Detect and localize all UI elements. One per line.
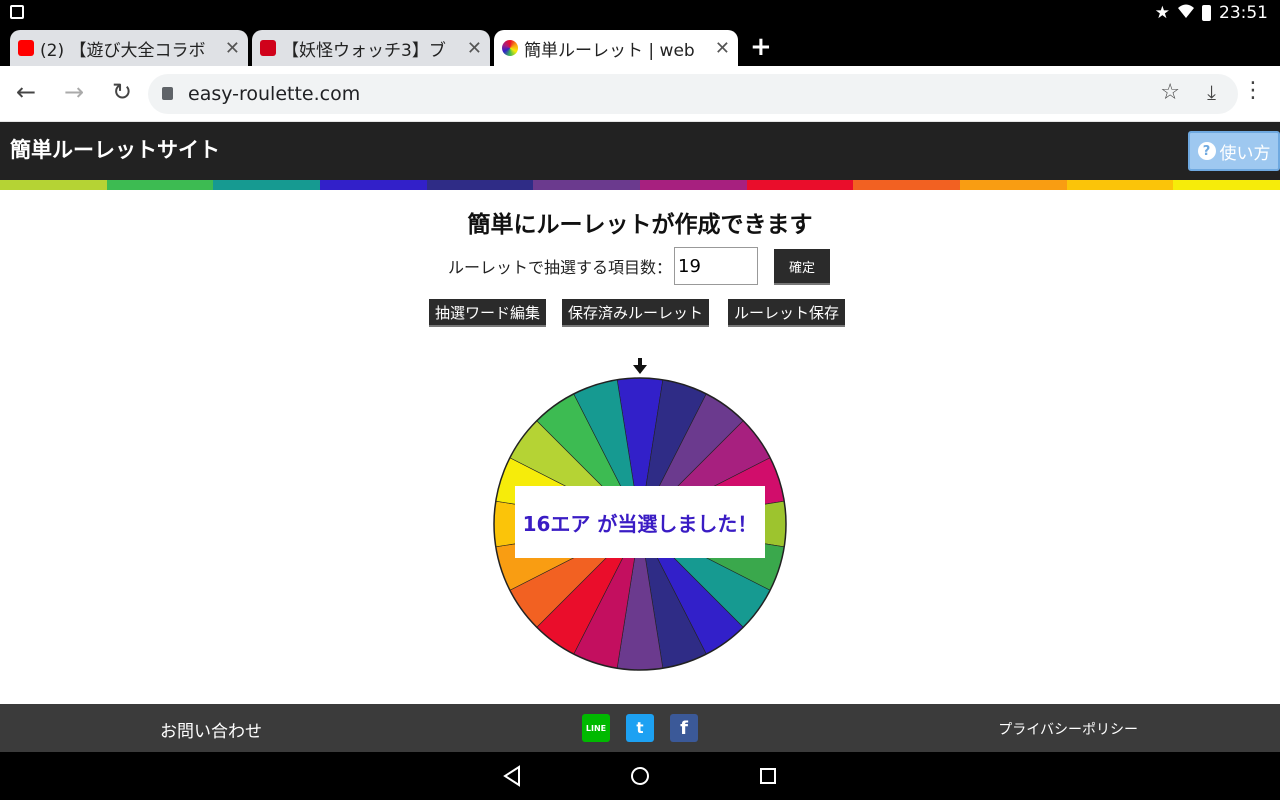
rainbow-stripe xyxy=(0,180,107,190)
result-banner: 16エア が当選しました！ xyxy=(515,486,765,558)
lock-icon xyxy=(162,87,173,100)
rainbow-stripe xyxy=(320,180,427,190)
rainbow-stripe xyxy=(426,180,534,190)
android-status-bar: ★ 23:51 xyxy=(0,0,1280,26)
close-tab-icon[interactable]: ✕ xyxy=(715,38,730,59)
star-notification-icon: ★ xyxy=(1154,3,1170,23)
new-tab-icon[interactable]: + xyxy=(750,32,772,62)
menu-icon[interactable]: ⋮ xyxy=(1242,78,1264,103)
tab-yokai-watch[interactable]: 【妖怪ウォッチ3】ブ ✕ xyxy=(252,30,490,66)
recents-nav-icon[interactable] xyxy=(759,765,777,787)
rainbow-divider xyxy=(0,180,1280,190)
tab-title: 簡単ルーレット | web xyxy=(524,40,695,61)
rainbow-stripe xyxy=(960,180,1067,190)
rainbow-stripe xyxy=(746,180,854,190)
save-roulette-button[interactable]: ルーレット保存 xyxy=(728,299,846,325)
rainbow-stripe xyxy=(1066,180,1174,190)
twitter-share-icon[interactable]: t xyxy=(626,714,654,742)
tab-youtube[interactable]: (2) 【遊び大全コラボ ✕ xyxy=(10,30,248,66)
wifi-icon xyxy=(1178,3,1194,23)
tab-title: (2) 【遊び大全コラボ xyxy=(40,40,206,61)
confirm-button[interactable]: 確定 xyxy=(774,249,830,283)
battery-icon xyxy=(1202,5,1211,21)
rainbow-stripe xyxy=(853,180,961,190)
tab-easy-roulette[interactable]: 簡単ルーレット | web ✕ xyxy=(494,30,738,66)
item-count-label: ルーレットで抽選する項目数： xyxy=(448,258,673,277)
browser-toolbar: ← → ↻ easy-roulette.com ☆ ⤓ ⋮ xyxy=(0,66,1280,122)
page-heading: 簡単にルーレットが作成できます xyxy=(467,212,813,238)
youtube-favicon-icon xyxy=(18,40,34,56)
rainbow-stripe xyxy=(640,180,747,190)
tab-title: 【妖怪ウォッチ3】ブ xyxy=(282,40,446,61)
close-tab-icon[interactable]: ✕ xyxy=(225,38,240,59)
line-share-icon[interactable]: LINE xyxy=(582,714,610,742)
item-count-row: ルーレットで抽選する項目数： xyxy=(448,247,759,285)
site-header: 簡単ルーレットサイト ? 使い方 xyxy=(0,122,1280,180)
tab-strip: (2) 【遊び大全コラボ ✕ 【妖怪ウォッチ3】ブ ✕ 簡単ルーレット | we… xyxy=(0,26,1280,66)
download-icon[interactable]: ⤓ xyxy=(1207,80,1216,104)
clock: 23:51 xyxy=(1219,3,1268,23)
android-nav-bar xyxy=(0,752,1280,800)
site-favicon-icon xyxy=(260,40,276,56)
item-count-input[interactable] xyxy=(674,247,759,285)
facebook-share-icon[interactable]: f xyxy=(670,714,698,742)
pointer-arrow-icon xyxy=(633,358,647,374)
site-title[interactable]: 簡単ルーレットサイト xyxy=(10,134,220,164)
reload-icon[interactable]: ↻ xyxy=(112,78,132,106)
rainbow-stripe xyxy=(533,180,641,190)
rainbow-stripe xyxy=(213,180,321,190)
howto-button[interactable]: ? 使い方 xyxy=(1188,131,1280,171)
address-bar[interactable]: easy-roulette.com ☆ ⤓ xyxy=(148,74,1238,114)
privacy-policy-link[interactable]: プライバシーポリシー xyxy=(998,719,1138,739)
close-tab-icon[interactable]: ✕ xyxy=(467,38,482,59)
rainbow-stripe xyxy=(106,180,214,190)
rainbow-stripe xyxy=(1173,180,1280,190)
footer: お問い合わせ LINE t f プライバシーポリシー xyxy=(0,704,1280,752)
edit-words-button[interactable]: 抽選ワード編集 xyxy=(429,299,547,325)
bookmark-star-icon[interactable]: ☆ xyxy=(1160,80,1180,105)
back-icon[interactable]: ← xyxy=(16,78,36,106)
contact-link[interactable]: お問い合わせ xyxy=(160,717,262,742)
saved-roulette-button[interactable]: 保存済みルーレット xyxy=(562,299,710,325)
back-nav-icon[interactable] xyxy=(503,765,521,787)
url-text[interactable]: easy-roulette.com xyxy=(188,83,360,105)
forward-icon[interactable]: → xyxy=(64,78,84,106)
home-nav-icon[interactable] xyxy=(630,765,650,787)
help-icon: ? xyxy=(1197,142,1216,160)
gallery-notification-icon xyxy=(10,5,24,19)
roulette-favicon-icon xyxy=(502,40,518,56)
status-icons: ★ 23:51 xyxy=(1155,3,1268,23)
howto-label: 使い方 xyxy=(1219,143,1271,164)
